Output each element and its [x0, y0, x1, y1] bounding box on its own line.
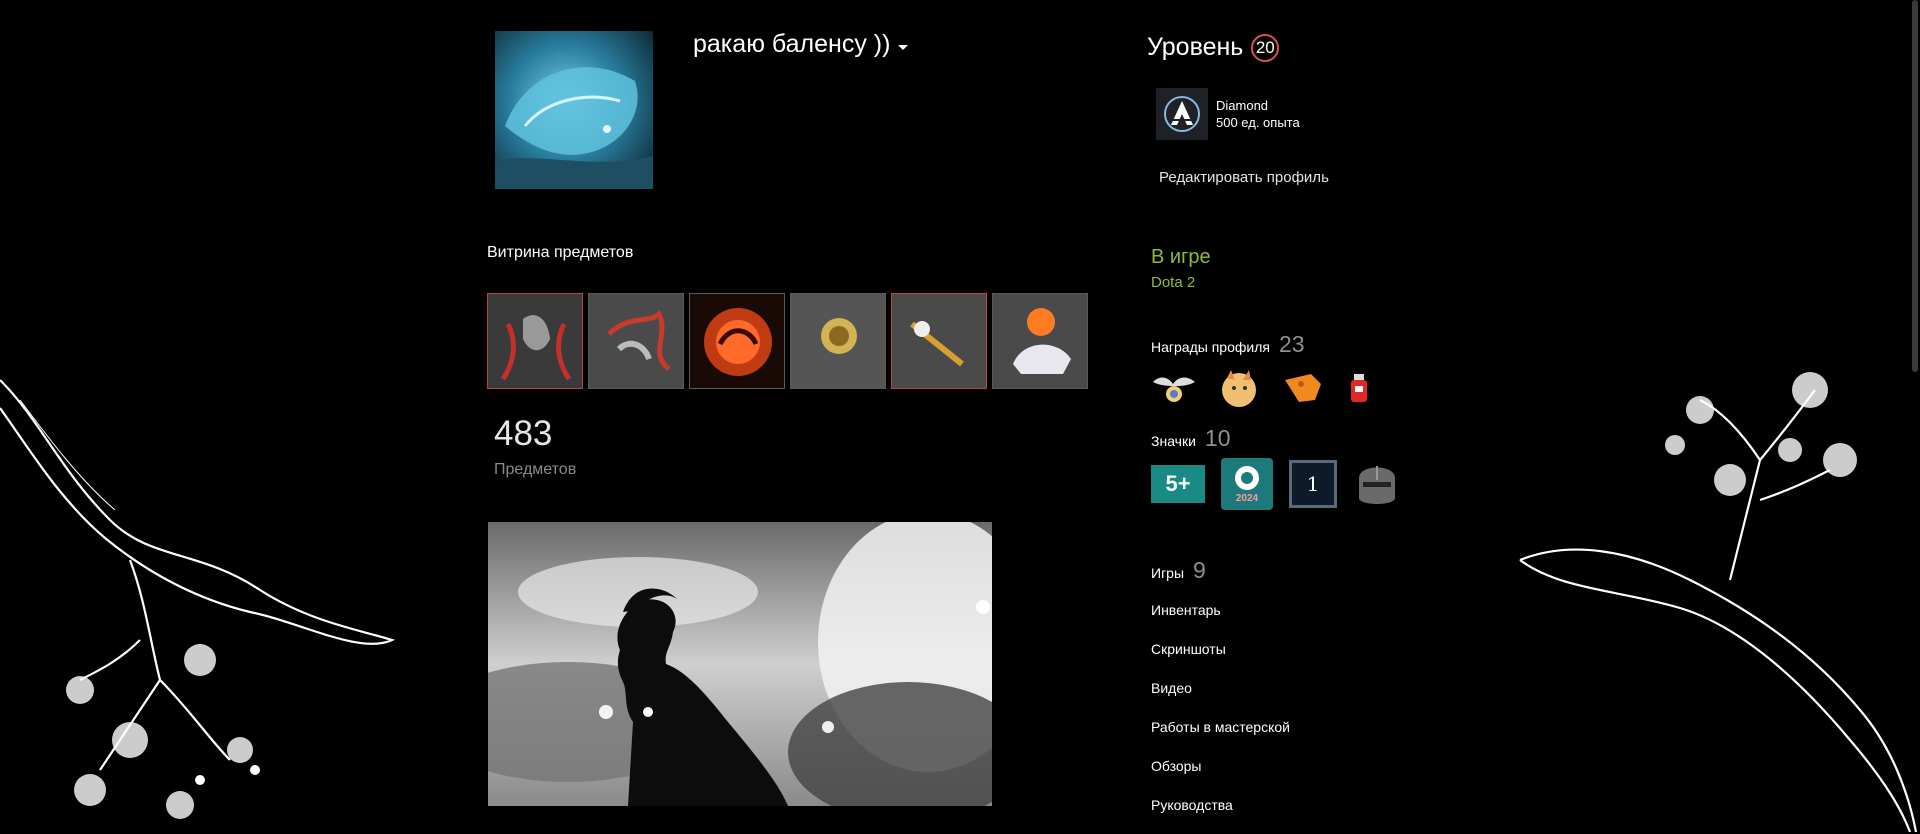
reviews-link[interactable]: Обзоры: [1151, 756, 1290, 795]
badges-header[interactable]: Значки 10: [1151, 425, 1231, 452]
persona-name[interactable]: ракаю баленсу )): [693, 30, 909, 59]
level-badge-box[interactable]: Diamond 500 ед. опыта: [1156, 88, 1300, 140]
steam-logo-icon: [1235, 465, 1259, 490]
inventory-link[interactable]: Инвентарь: [1151, 600, 1290, 639]
item-count-label: Предметов: [494, 461, 577, 478]
awards-label: Награды профиля: [1151, 339, 1270, 355]
badges-label: Значки: [1151, 433, 1196, 449]
badges-count: 10: [1204, 425, 1231, 451]
red-bottle-icon[interactable]: [1347, 370, 1371, 406]
awards-header[interactable]: Награды профиля 23: [1151, 331, 1305, 358]
awards-count: 23: [1278, 331, 1305, 357]
badges-list: 5+ 2024 1: [1151, 458, 1401, 510]
workshop-link[interactable]: Работы в мастерской: [1151, 717, 1290, 756]
edit-profile-button[interactable]: Редактировать профиль: [1159, 169, 1329, 186]
showcase-item[interactable]: [891, 293, 987, 389]
item-count[interactable]: 483: [494, 414, 552, 454]
showcase-item[interactable]: [588, 293, 684, 389]
level-header: Уровень 20: [1147, 33, 1280, 62]
showcase-item[interactable]: [487, 293, 583, 389]
showcase-item[interactable]: [689, 293, 785, 389]
videos-link[interactable]: Видео: [1151, 678, 1290, 717]
profile-nav-links: Инвентарь Скриншоты Видео Работы в масте…: [1151, 600, 1290, 834]
awards-list: [1151, 368, 1371, 408]
page-scrollbar[interactable]: [1912, 0, 1918, 372]
cat-face-icon[interactable]: [1219, 368, 1259, 408]
showcase-title: Витрина предметов: [487, 244, 634, 261]
badge-xp: 500 ед. опыта: [1216, 115, 1300, 130]
showcase-item[interactable]: [790, 293, 886, 389]
guides-link[interactable]: Руководства: [1151, 795, 1290, 834]
orange-hand-icon[interactable]: [1281, 370, 1325, 406]
games-count: 9: [1193, 557, 1206, 583]
knight-helmet-icon[interactable]: [1353, 458, 1401, 510]
item-showcase: [487, 293, 1088, 389]
level-badge[interactable]: 20: [1251, 33, 1280, 62]
persona-name-text: ракаю баленсу )): [693, 30, 891, 58]
steam-replay-2024-badge[interactable]: 2024: [1221, 458, 1273, 510]
years-of-service-badge[interactable]: 5+: [1151, 465, 1205, 503]
level-label: Уровень: [1147, 33, 1244, 61]
avatar[interactable]: [495, 31, 653, 189]
winged-medal-icon[interactable]: [1151, 370, 1197, 406]
artwork-showcase-image[interactable]: [488, 522, 992, 806]
games-label: Игры: [1151, 565, 1185, 581]
snake-flower-right-art: [1519, 372, 1918, 832]
games-header[interactable]: Игры 9: [1151, 557, 1206, 584]
game-level-badge[interactable]: 1: [1289, 460, 1337, 508]
chevron-down-icon[interactable]: [898, 45, 909, 50]
showcase-item[interactable]: [992, 293, 1088, 389]
screenshots-link[interactable]: Скриншоты: [1151, 639, 1290, 678]
snake-flower-left-art: [0, 379, 396, 819]
badge-name: Diamond: [1216, 98, 1269, 113]
current-game[interactable]: Dota 2: [1151, 274, 1195, 291]
online-status: В игре: [1151, 246, 1211, 268]
avatar-image: [495, 31, 653, 189]
diamond-badge-icon: [1156, 88, 1208, 140]
